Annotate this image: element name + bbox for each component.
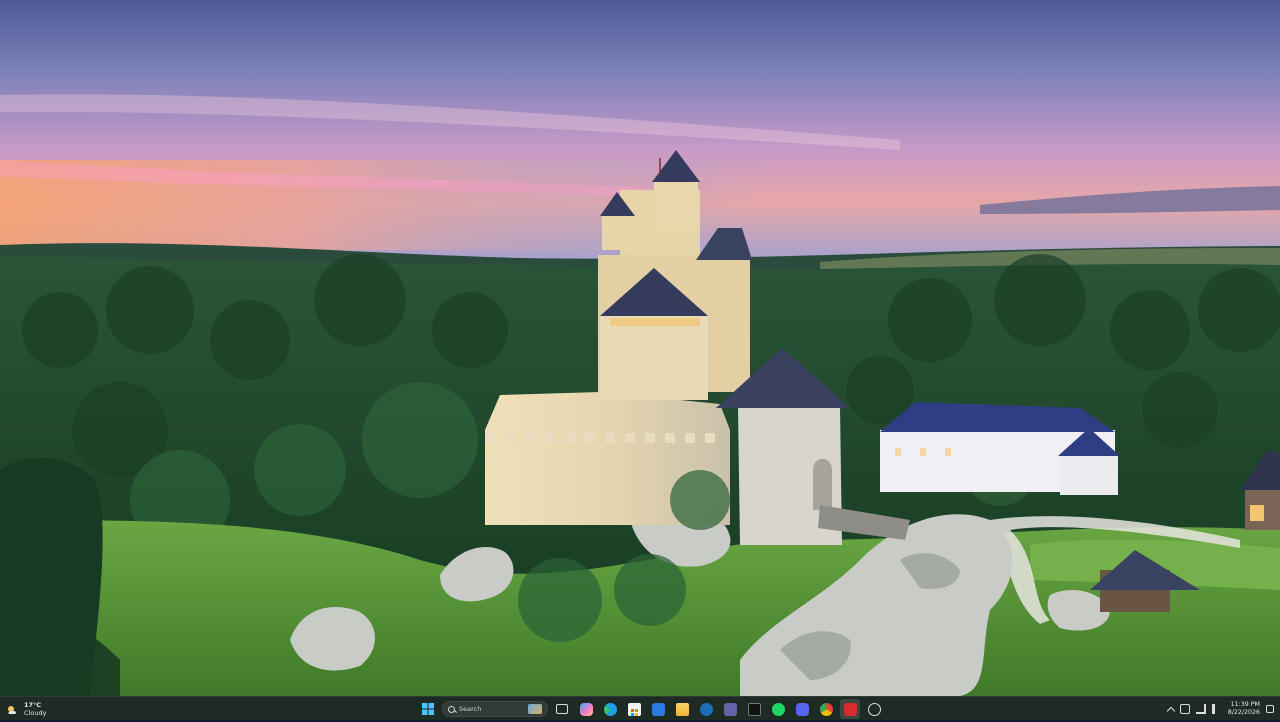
spotify-icon bbox=[771, 702, 785, 716]
desktop[interactable] bbox=[0, 0, 1280, 696]
chrome-icon bbox=[819, 702, 833, 716]
file-explorer-button[interactable] bbox=[672, 699, 692, 719]
discord-icon bbox=[795, 702, 809, 716]
folder-icon bbox=[675, 702, 689, 716]
taskbar: 17°C Cloudy Search 11:39 PM 8/22/2026 bbox=[0, 696, 1280, 720]
security-icon[interactable] bbox=[1179, 704, 1190, 714]
edge-button[interactable] bbox=[600, 699, 620, 719]
clock[interactable]: 11:39 PM 8/22/2026 bbox=[1228, 701, 1260, 717]
app-red-icon bbox=[843, 702, 857, 716]
copilot-button[interactable] bbox=[576, 699, 596, 719]
taskbar-search-box[interactable]: Search bbox=[442, 701, 548, 717]
steam-button[interactable] bbox=[696, 699, 716, 719]
network-icon[interactable] bbox=[1195, 704, 1206, 714]
terminal-button[interactable] bbox=[744, 699, 764, 719]
store-button[interactable] bbox=[624, 699, 644, 719]
discord-button[interactable] bbox=[792, 699, 812, 719]
task-view-button[interactable] bbox=[552, 699, 572, 719]
weather-text: 17°C Cloudy bbox=[24, 701, 46, 717]
app-extra-button[interactable] bbox=[864, 699, 884, 719]
store-icon bbox=[627, 702, 641, 716]
weather-widget[interactable]: 17°C Cloudy bbox=[6, 699, 46, 719]
clock-date: 8/22/2026 bbox=[1227, 709, 1260, 716]
teams-button[interactable] bbox=[720, 699, 740, 719]
taskbar-center: Search bbox=[418, 698, 884, 720]
mail-icon bbox=[651, 702, 665, 716]
search-placeholder: Search bbox=[459, 705, 482, 713]
search-highlight-icon bbox=[528, 704, 542, 714]
weather-condition: Cloudy bbox=[24, 709, 47, 717]
notification-icon[interactable] bbox=[1266, 705, 1274, 713]
search-icon bbox=[448, 705, 455, 713]
app-red-button[interactable] bbox=[840, 699, 860, 719]
task-view-icon bbox=[556, 704, 568, 714]
windows-logo-icon bbox=[422, 700, 434, 719]
volume-icon[interactable] bbox=[1211, 704, 1222, 714]
steam-icon bbox=[699, 702, 713, 716]
system-tray: 11:39 PM 8/22/2026 bbox=[1166, 698, 1274, 720]
chevron-up-icon[interactable] bbox=[1166, 706, 1175, 715]
edge-icon bbox=[603, 702, 617, 716]
spotify-button[interactable] bbox=[768, 699, 788, 719]
copilot-icon bbox=[579, 702, 593, 716]
app-extra-icon bbox=[867, 702, 881, 716]
start-button[interactable] bbox=[418, 699, 438, 719]
weather-temperature: 17°C bbox=[24, 701, 42, 709]
cloud-icon bbox=[6, 702, 20, 716]
teams-icon bbox=[723, 702, 737, 716]
mail-button[interactable] bbox=[648, 699, 668, 719]
chrome-button[interactable] bbox=[816, 699, 836, 719]
terminal-icon bbox=[747, 702, 761, 716]
clock-time: 11:39 PM bbox=[1230, 701, 1260, 708]
